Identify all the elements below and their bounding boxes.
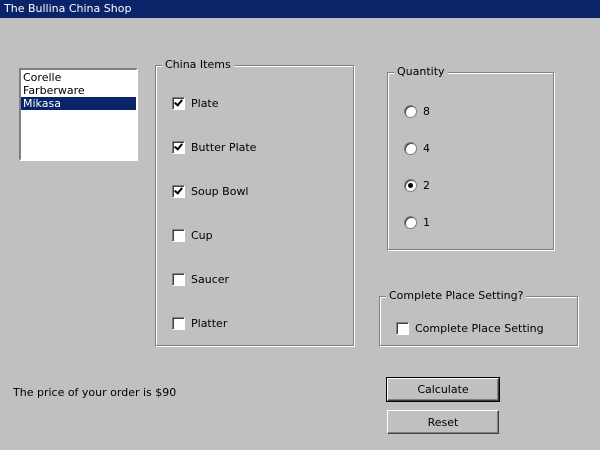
saucer-checkbox[interactable]	[172, 272, 185, 286]
radio-row-2[interactable]: 2	[404, 178, 430, 192]
reset-button[interactable]: Reset	[387, 410, 499, 434]
quantity-8-label: 8	[423, 104, 430, 118]
checkbox-row-complete-place-setting[interactable]: Complete Place Setting	[396, 321, 544, 335]
plate-label: Plate	[191, 96, 219, 110]
quantity-2-radio[interactable]	[404, 178, 417, 192]
soup-bowl-label: Soup Bowl	[191, 184, 249, 198]
order-price-label: The price of your order is $90	[13, 386, 177, 399]
list-item-mikasa[interactable]: Mikasa	[21, 97, 136, 110]
calculate-button[interactable]: Calculate	[386, 377, 500, 402]
butter-plate-checkbox[interactable]	[172, 140, 185, 154]
quantity-8-radio[interactable]	[404, 104, 417, 118]
checkbox-row-saucer[interactable]: Saucer	[172, 272, 229, 286]
butter-plate-label: Butter Plate	[191, 140, 257, 154]
plate-checkbox[interactable]	[172, 96, 185, 110]
brand-listbox[interactable]: Corelle Farberware Mikasa	[19, 68, 138, 161]
soup-bowl-checkbox[interactable]	[172, 184, 185, 198]
window-title: The Bullina China Shop	[4, 2, 132, 15]
list-item-farberware[interactable]: Farberware	[21, 84, 136, 97]
checkbox-row-platter[interactable]: Platter	[172, 316, 227, 330]
cup-label: Cup	[191, 228, 213, 242]
quantity-4-label: 4	[423, 141, 430, 155]
checkbox-row-cup[interactable]: Cup	[172, 228, 213, 242]
checkbox-row-soup-bowl[interactable]: Soup Bowl	[172, 184, 249, 198]
quantity-group: Quantity 8 4 2 1	[387, 65, 554, 250]
platter-checkbox[interactable]	[172, 316, 185, 330]
radio-row-1[interactable]: 1	[404, 215, 430, 229]
list-item-corelle[interactable]: Corelle	[21, 71, 136, 84]
app-window: The Bullina China Shop Corelle Farberwar…	[0, 0, 600, 450]
complete-place-setting-label: Complete Place Setting	[415, 321, 544, 335]
radio-row-8[interactable]: 8	[404, 104, 430, 118]
complete-place-setting-checkbox[interactable]	[396, 321, 409, 335]
title-bar: The Bullina China Shop	[0, 0, 600, 18]
checkbox-row-plate[interactable]: Plate	[172, 96, 219, 110]
china-items-title: China Items	[162, 58, 234, 72]
quantity-title: Quantity	[394, 65, 448, 79]
place-setting-title: Complete Place Setting?	[386, 289, 527, 303]
platter-label: Platter	[191, 316, 228, 330]
china-items-group: China Items Plate Butter Plate Soup Bowl…	[155, 58, 354, 346]
quantity-1-label: 1	[423, 215, 430, 229]
radio-row-4[interactable]: 4	[404, 141, 430, 155]
quantity-1-radio[interactable]	[404, 215, 417, 229]
cup-checkbox[interactable]	[172, 228, 185, 242]
place-setting-group: Complete Place Setting? Complete Place S…	[379, 289, 578, 346]
quantity-4-radio[interactable]	[404, 141, 417, 155]
quantity-2-label: 2	[423, 178, 430, 192]
saucer-label: Saucer	[191, 272, 230, 286]
checkbox-row-butter-plate[interactable]: Butter Plate	[172, 140, 256, 154]
